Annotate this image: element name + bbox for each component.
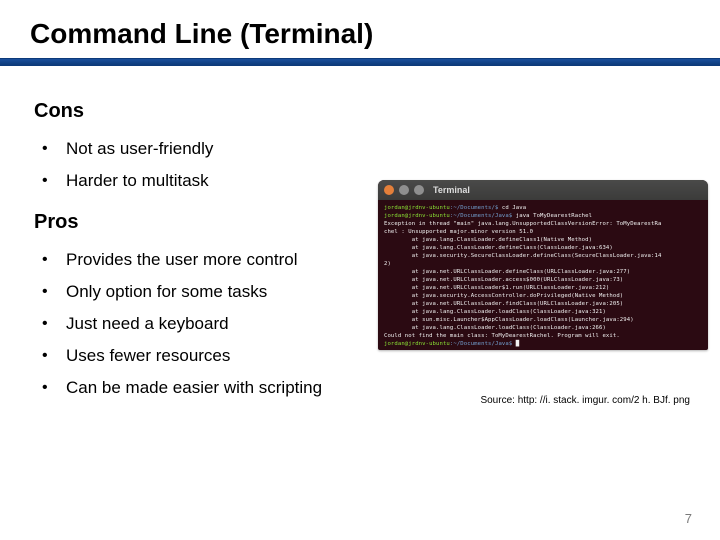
image-caption: Source: http: //i. stack. imgur. com/2 h… <box>480 395 690 406</box>
bullet-icon: • <box>38 139 66 159</box>
pros-item-text: Can be made easier with scripting <box>66 378 322 398</box>
page-number: 7 <box>685 511 692 526</box>
terminal-window-title: Terminal <box>433 185 470 195</box>
bullet-icon: • <box>38 171 66 191</box>
pros-item-text: Only option for some tasks <box>66 282 267 302</box>
maximize-icon <box>414 185 424 195</box>
close-icon <box>384 185 394 195</box>
cons-heading: Cons <box>34 100 700 123</box>
title-area: Command Line (Terminal) <box>0 0 720 50</box>
bullet-icon: • <box>38 282 66 302</box>
bullet-icon: • <box>38 346 66 366</box>
cons-item: •Not as user-friendly <box>38 133 700 165</box>
bullet-icon: • <box>38 314 66 334</box>
pros-item-text: Just need a keyboard <box>66 314 229 334</box>
terminal-output: jordan@jrdnv-ubuntu:~/Documents/$ cd Jav… <box>378 200 708 350</box>
bullet-icon: • <box>38 378 66 398</box>
minimize-icon <box>399 185 409 195</box>
pros-item-text: Uses fewer resources <box>66 346 230 366</box>
title-rule <box>0 58 720 66</box>
cons-item-text: Harder to multitask <box>66 171 209 191</box>
page-title: Command Line (Terminal) <box>30 18 720 50</box>
bullet-icon: • <box>38 250 66 270</box>
slide: Command Line (Terminal) Cons •Not as use… <box>0 0 720 540</box>
cons-item-text: Not as user-friendly <box>66 139 213 159</box>
terminal-screenshot: Terminal jordan@jrdnv-ubuntu:~/Documents… <box>378 180 708 350</box>
terminal-title-bar: Terminal <box>378 180 708 200</box>
pros-item-text: Provides the user more control <box>66 250 298 270</box>
